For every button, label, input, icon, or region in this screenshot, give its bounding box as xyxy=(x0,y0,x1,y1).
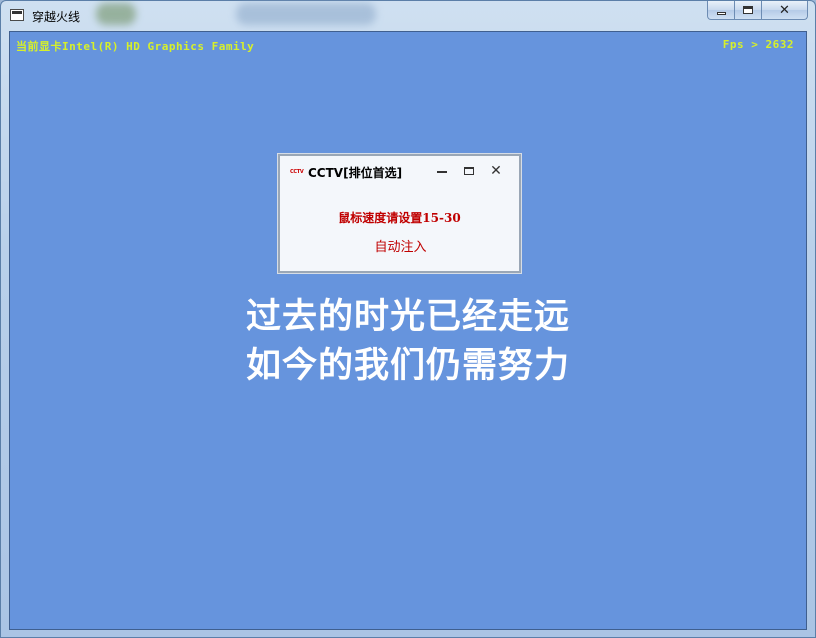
window-titlebar[interactable]: 穿越火线 ✕ xyxy=(1,1,815,31)
caption-buttons: ✕ xyxy=(707,1,808,21)
window-title: 穿越火线 xyxy=(32,10,81,24)
minimize-icon xyxy=(716,11,726,15)
hud-gpu-info: 当前显卡Intel(R) HD Graphics Family xyxy=(16,40,255,53)
titlebar-blurred-background xyxy=(236,3,376,25)
game-window: 穿越火线 ✕ 当前显卡Intel(R) HD Graphics Family F… xyxy=(0,0,816,638)
titlebar-blurred-background xyxy=(96,3,136,25)
close-icon: ✕ xyxy=(490,163,502,179)
slogan-line-1: 过去的时光已经走远 xyxy=(245,297,570,337)
mouse-speed-hint: 鼠标速度请设置15-30 xyxy=(338,211,461,225)
slogan-line-2: 如今的我们仍需努力 xyxy=(245,346,570,386)
dialog-titlebar[interactable]: CCTV CCTV[排位首选] ✕ xyxy=(280,156,519,190)
close-icon: ✕ xyxy=(779,2,790,18)
minimize-button[interactable] xyxy=(707,1,735,20)
game-client-area[interactable]: 当前显卡Intel(R) HD Graphics Family Fps > 26… xyxy=(9,31,807,630)
dialog-title: CCTV[排位首选] xyxy=(308,166,403,180)
cctv-dialog: CCTV CCTV[排位首选] ✕ 鼠标速度请设置15-30 自动注入 xyxy=(278,154,521,273)
maximize-icon xyxy=(464,167,474,175)
cctv-logo-icon: CCTV xyxy=(290,169,304,175)
minimize-icon xyxy=(437,171,447,173)
dialog-close-button[interactable]: ✕ xyxy=(488,164,504,178)
maximize-button[interactable] xyxy=(735,1,762,20)
app-window-icon[interactable] xyxy=(10,9,24,21)
auto-inject-button[interactable]: 自动注入 xyxy=(358,238,443,258)
dialog-maximize-button[interactable] xyxy=(461,164,477,178)
dialog-minimize-button[interactable] xyxy=(434,164,450,178)
maximize-icon xyxy=(743,6,753,14)
hud-fps-counter: Fps > 2632 xyxy=(722,38,794,51)
close-button[interactable]: ✕ xyxy=(762,1,808,20)
